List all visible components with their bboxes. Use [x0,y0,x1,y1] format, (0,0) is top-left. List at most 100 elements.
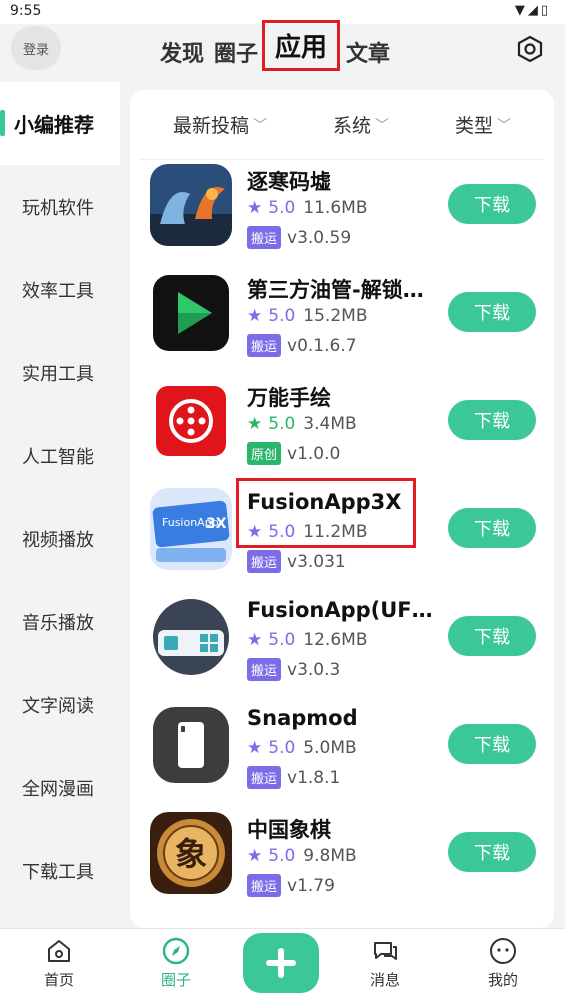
chevron-down-icon: ﹀ [375,117,389,134]
list-item[interactable]: FusionApp(UFO… ★ 5.0 12.6MB 搬运 v3.0.3 下载 [130,592,554,700]
nav-messages[interactable]: 消息 [355,937,415,990]
app-size: 9.8MB [303,846,357,866]
star-icon: ★ [247,198,263,218]
sidebar-item-video[interactable]: 视频播放 [0,497,120,580]
app-rating: 5.0 [268,846,296,866]
fusionapp3x-icon: FusionApp 3X [150,488,232,570]
source-badge: 搬运 [247,874,282,897]
download-button[interactable]: 下载 [448,616,536,656]
app-rating: 5.0 [268,738,296,758]
nav-label: 消息 [369,971,400,989]
app-rating: 5.0 [268,414,296,434]
app-meta: ★ 5.0 12.6MB [247,630,367,650]
app-version-line: 搬运 v3.0.3 [247,658,340,681]
source-badge: 搬运 [247,550,282,573]
app-size: 5.0MB [303,738,357,758]
source-badge: 搬运 [247,226,282,249]
app-size: 11.6MB [303,198,368,218]
sidebar-item-editor-picks[interactable]: 小编推荐 [0,82,120,165]
source-badge: 搬运 [247,334,282,357]
app-rating: 5.0 [268,306,296,326]
filter-label: 系统 [332,115,371,137]
app-size: 15.2MB [303,306,368,326]
list-item[interactable]: 象 中国象棋 ★ 5.0 9.8MB 搬运 v1.79 下载 [130,808,554,916]
source-badge: 原创 [247,442,282,465]
filter-bar: 最新投稿 ﹀ 系统 ﹀ 类型 ﹀ [140,90,544,160]
app-version-line: 搬运 v1.8.1 [247,766,340,789]
fusionapp-ufo-icon [150,596,232,678]
list-item[interactable]: 第三方油管-解锁… ★ 5.0 15.2MB 搬运 v0.1.6.7 下载 [130,268,554,376]
tab-articles[interactable]: 文章 [346,36,390,68]
app-version-line: 搬运 v1.79 [247,874,335,897]
download-button[interactable]: 下载 [448,508,536,548]
tab-discover[interactable]: 发现 [160,36,204,68]
highlight-annotation [236,478,416,548]
app-name: 万能手绘 [247,386,331,410]
nav-circle[interactable]: 圈子 [146,937,206,990]
download-button[interactable]: 下载 [448,400,536,440]
sidebar-item-download-tools[interactable]: 下载工具 [0,829,120,912]
star-icon: ★ [247,306,263,326]
star-icon: ★ [247,414,263,434]
sidebar-item-phone-software[interactable]: 玩机软件 [0,165,120,248]
status-icons: ▼◢▯ [514,3,551,18]
app-version: v1.8.1 [287,767,341,788]
app-name: FusionApp(UFO… [247,598,437,622]
chevron-down-icon: ﹀ [253,117,267,134]
app-version-line: 搬运 v3.031 [247,550,346,573]
sidebar-item-comics[interactable]: 全网漫画 [0,746,120,829]
app-meta: ★ 5.0 9.8MB [247,846,357,866]
download-button[interactable]: 下载 [448,724,536,764]
app-name: 第三方油管-解锁… [247,278,424,302]
star-icon: ★ [247,630,263,650]
filter-system[interactable]: 系统 ﹀ [333,111,389,138]
app-meta: ★ 5.0 15.2MB [247,306,367,326]
app-size: 12.6MB [303,630,368,650]
svg-text:象: 象 [175,835,207,873]
source-badge: 搬运 [247,766,282,789]
sidebar-item-reading[interactable]: 文字阅读 [0,663,120,746]
download-button[interactable]: 下载 [448,184,536,224]
nav-home[interactable]: 首页 [29,937,89,990]
app-version: v3.0.59 [287,227,352,248]
filter-type[interactable]: 类型 ﹀ [455,111,511,138]
settings-icon[interactable] [517,36,543,62]
tab-apps[interactable]: 应用 [262,20,341,71]
home-icon [48,940,70,962]
app-name: Snapmod [247,706,358,730]
play-icon [150,272,232,354]
app-version: v3.0.3 [287,659,341,680]
nav-label: 首页 [43,971,74,989]
nav-profile[interactable]: 我的 [473,937,533,990]
app-version: v1.0.0 [287,443,341,464]
chess-piece-icon: 象 [150,812,232,894]
tab-circle[interactable]: 圈子 [214,36,258,68]
app-meta: ★ 5.0 5.0MB [247,738,357,758]
dragon-phoenix-icon [150,164,232,246]
app-meta: ★ 5.0 3.4MB [247,414,357,434]
chevron-down-icon: ﹀ [497,117,511,134]
filter-label: 最新投稿 [172,115,249,137]
add-button[interactable] [243,933,319,993]
smiley-icon [490,938,516,964]
app-version-line: 搬运 v3.0.59 [247,226,351,249]
app-version: v0.1.6.7 [287,335,357,356]
plus-icon [266,948,296,978]
app-name: 逐寒码墟 [247,170,331,194]
download-button[interactable]: 下载 [448,832,536,872]
svg-text:3X: 3X [206,516,227,532]
sidebar-item-music[interactable]: 音乐播放 [0,580,120,663]
source-badge: 搬运 [247,658,282,681]
top-tabs: 发现 圈子 应用 文章 [160,20,400,71]
sidebar-item-ai[interactable]: 人工智能 [0,414,120,497]
sidebar-item-utilities[interactable]: 实用工具 [0,331,120,414]
download-button[interactable]: 下载 [448,292,536,332]
list-item[interactable]: Snapmod ★ 5.0 5.0MB 搬运 v1.8.1 下载 [130,700,554,808]
nav-label: 圈子 [160,971,191,989]
phone-icon [150,704,232,786]
list-item[interactable]: 万能手绘 ★ 5.0 3.4MB 原创 v1.0.0 下载 [130,376,554,484]
login-button[interactable]: 登录 [11,26,61,70]
filter-latest[interactable]: 最新投稿 ﹀ [173,111,267,138]
sidebar-item-productivity[interactable]: 效率工具 [0,248,120,331]
list-item[interactable]: 逐寒码墟 ★ 5.0 11.6MB 搬运 v3.0.59 下载 [130,160,554,268]
